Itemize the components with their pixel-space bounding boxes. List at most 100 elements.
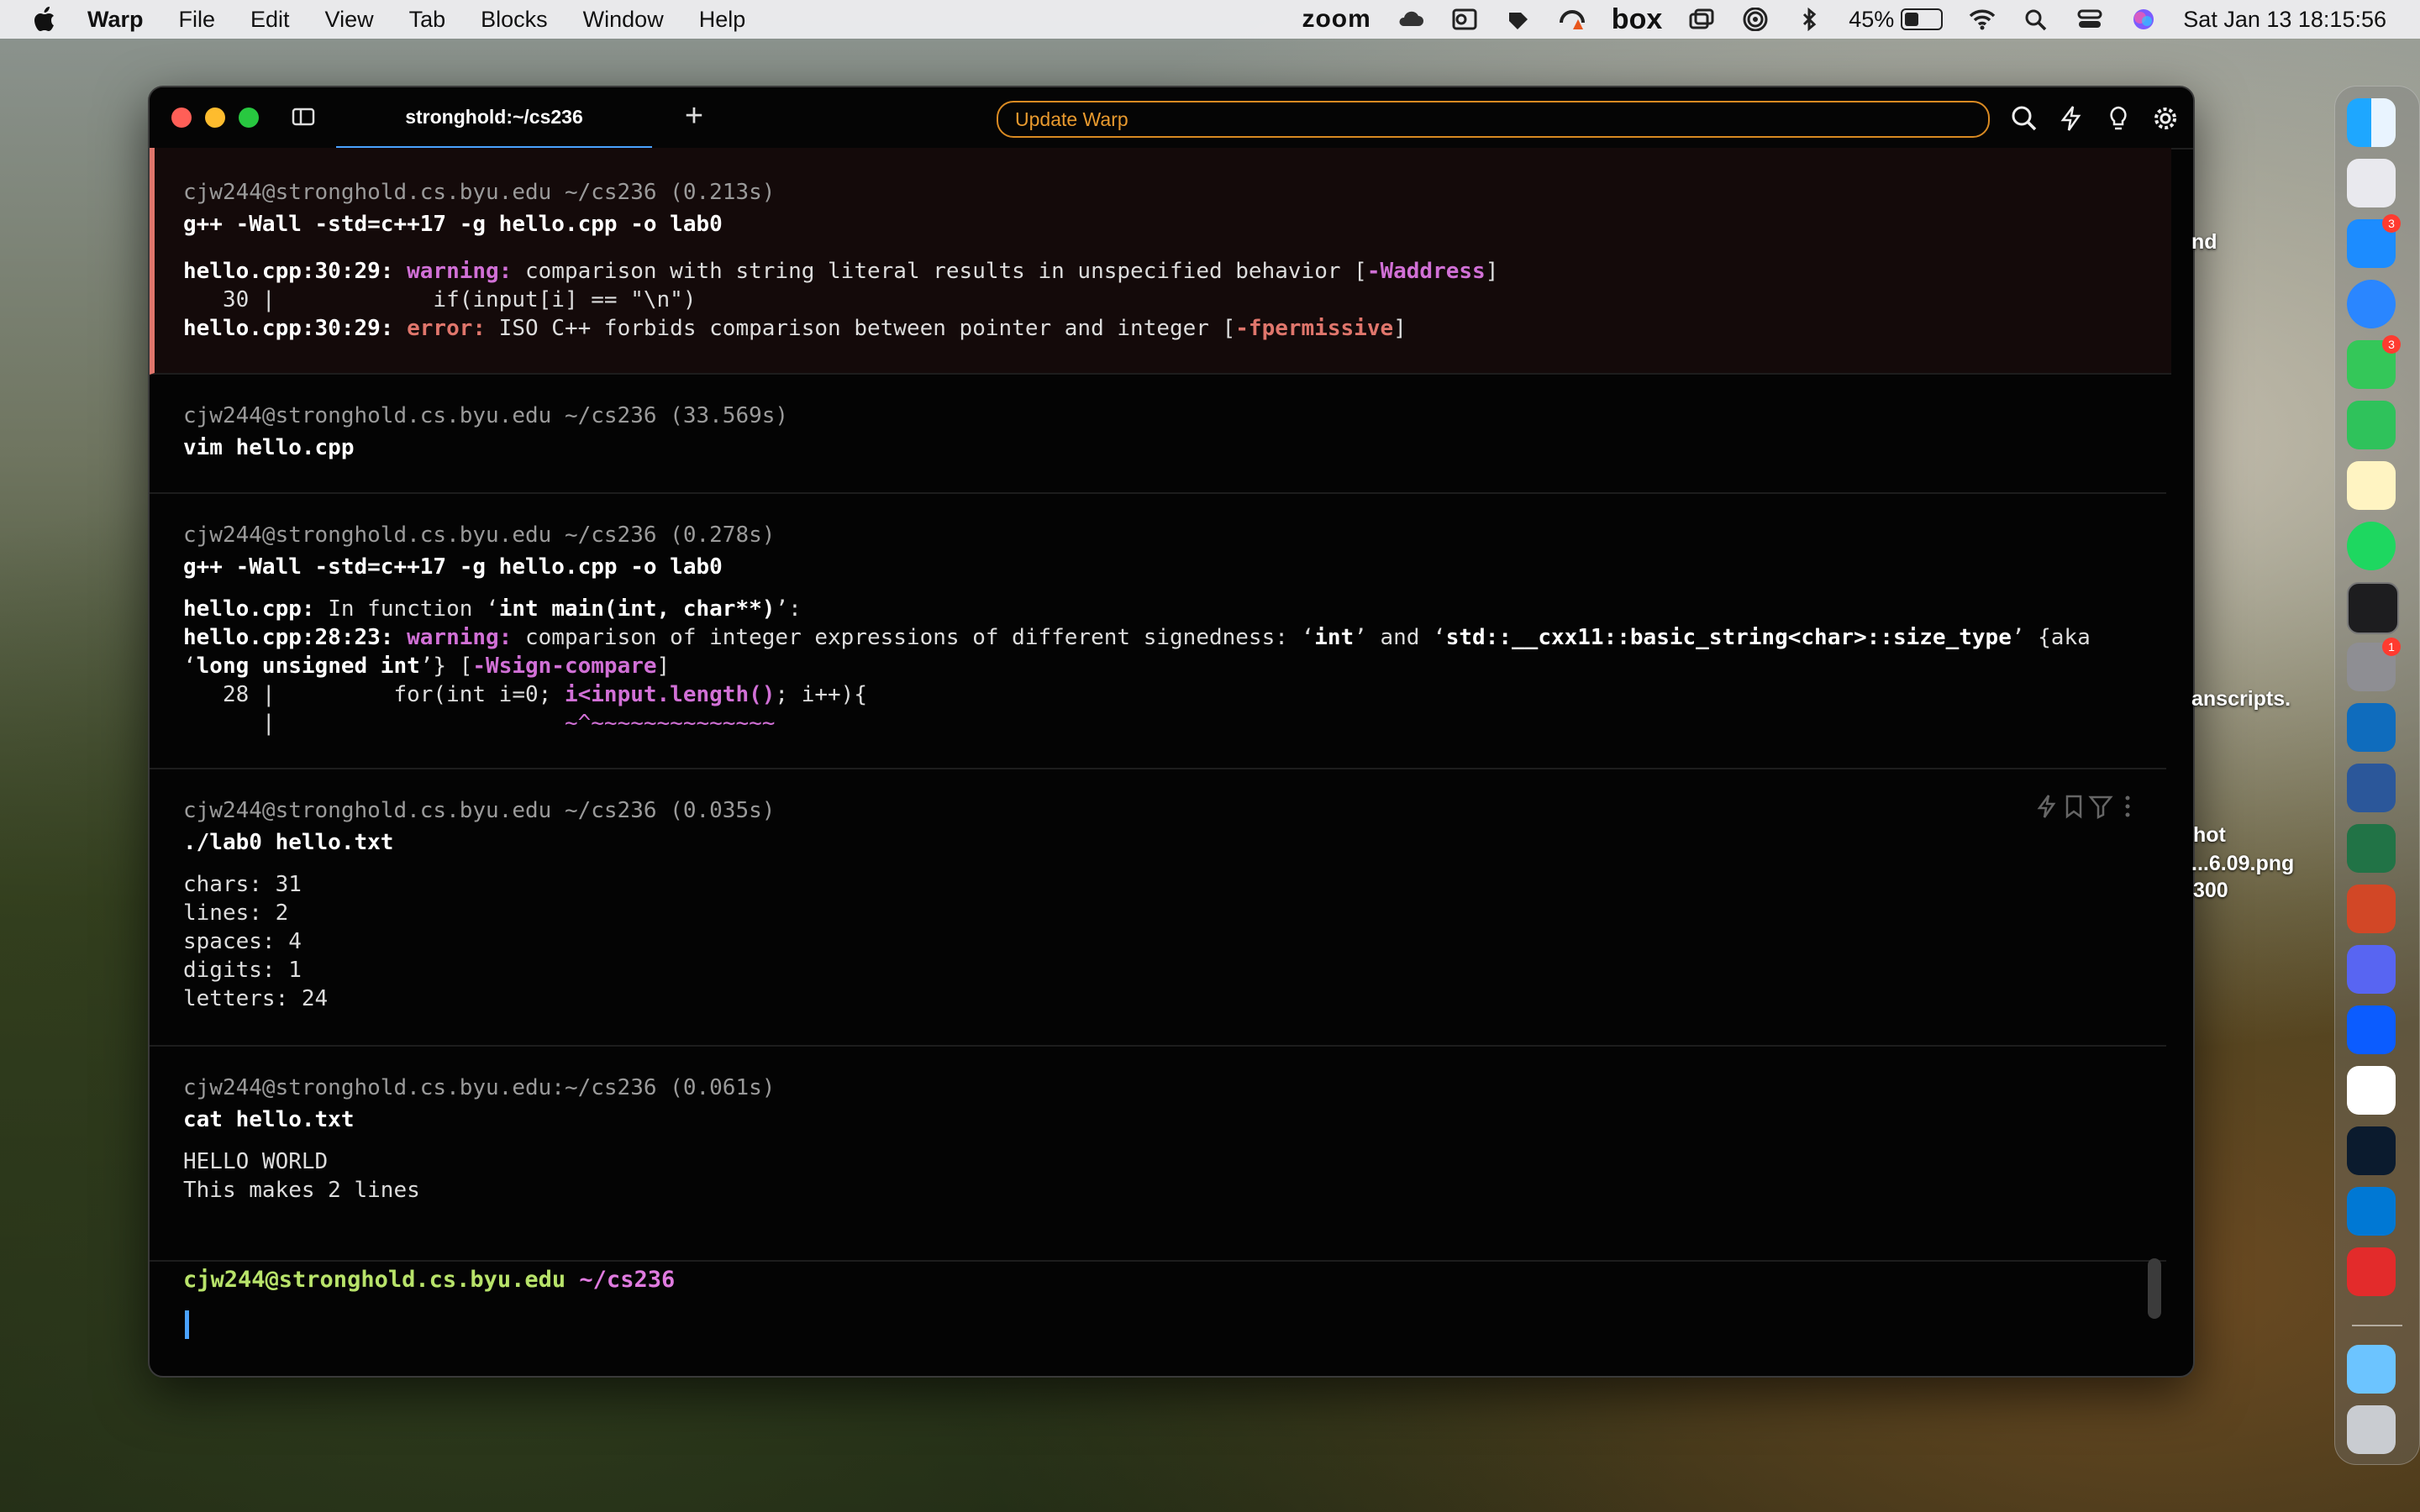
tab-stronghold[interactable]: stronghold:~/cs236: [336, 87, 652, 149]
block-actions: [2033, 793, 2141, 820]
settings-gear-icon[interactable]: [2151, 104, 2180, 133]
menu-help[interactable]: Help: [699, 7, 746, 33]
battery-indicator[interactable]: 45%: [1849, 6, 1944, 33]
slack-app-icon[interactable]: [2347, 1066, 2396, 1115]
zoom-window-button[interactable]: [239, 108, 259, 128]
terminal-content[interactable]: cjw244@stronghold.cs.byu.edu ~/cs236 (0.…: [150, 148, 2171, 1374]
launchpad-app-icon[interactable]: [2347, 159, 2396, 207]
siri-icon[interactable]: [2129, 8, 2158, 31]
apple-icon[interactable]: [34, 7, 55, 32]
desktop-file-label[interactable]: anscripts.: [2191, 687, 2291, 711]
output-line: hello.cpp:30:29: error: ISO C++ forbids …: [183, 316, 1407, 341]
warp-terminal-window: stronghold:~/cs236 + Update Warp cjw244@…: [148, 86, 2195, 1378]
desktop-file-label[interactable]: hot: [2193, 823, 2226, 848]
command-block-error[interactable]: cjw244@stronghold.cs.byu.edu ~/cs236 (0.…: [150, 148, 2171, 375]
search-icon[interactable]: [2010, 104, 2039, 133]
app-store-app-icon[interactable]: 3: [2347, 214, 2401, 268]
block-command: ./lab0 hello.txt: [183, 830, 394, 855]
bluetooth-icon[interactable]: [1795, 8, 1823, 31]
output-line: hello.cpp:30:29: warning: comparison wit…: [183, 259, 1498, 284]
airdrop-icon[interactable]: [1741, 8, 1770, 31]
block-prompt: cjw244@stronghold.cs.byu.edu ~/cs236 (0.…: [183, 180, 776, 205]
command-block[interactable]: cjw244@stronghold.cs.byu.edu ~/cs236 (0.…: [150, 492, 2166, 769]
update-warp-button[interactable]: Update Warp: [997, 101, 1990, 138]
output-line: This makes 2 lines: [183, 1178, 420, 1203]
output-text: ‘: [183, 654, 197, 679]
sidebar-toggle-icon[interactable]: [291, 104, 316, 129]
spotify-app-icon[interactable]: [2347, 522, 2396, 570]
downloads-folder-icon[interactable]: [2347, 1345, 2396, 1394]
trash-icon[interactable]: [2347, 1405, 2396, 1454]
zoom-app-icon[interactable]: [2347, 1005, 2396, 1054]
spotlight-search-icon[interactable]: [2022, 8, 2050, 31]
output-text: comparison with string literal results i…: [512, 259, 1367, 284]
zoom-status-item[interactable]: zoom: [1302, 5, 1370, 34]
creative-cloud-alert-icon[interactable]: [1558, 8, 1586, 31]
vscode-app-icon[interactable]: [2347, 1187, 2396, 1236]
output-line: digits: 1: [183, 958, 302, 983]
warp-app-icon[interactable]: [2347, 1126, 2396, 1175]
powerpoint-app-icon[interactable]: [2347, 885, 2396, 933]
block-prompt: cjw244@stronghold.cs.byu.edu ~/cs236 (0.…: [183, 522, 776, 548]
discord-app-icon[interactable]: [2347, 945, 2396, 994]
block-command: g++ -Wall -std=c++17 -g hello.cpp -o lab…: [183, 554, 723, 580]
minimize-window-button[interactable]: [205, 108, 225, 128]
menu-tab[interactable]: Tab: [409, 7, 446, 33]
highlighted-code: i<input.length(): [564, 682, 776, 707]
filter-icon[interactable]: [2087, 793, 2114, 820]
bookmark-icon[interactable]: [2060, 793, 2087, 820]
app-menu-warp[interactable]: Warp: [87, 7, 144, 33]
clock[interactable]: Sat Jan 13 18:15:56: [2183, 7, 2386, 33]
menu-file[interactable]: File: [179, 7, 216, 33]
new-tab-button[interactable]: +: [679, 100, 709, 132]
system-settings-app-icon[interactable]: 1: [2347, 638, 2401, 691]
battery-percent: 45%: [1849, 6, 1895, 32]
lightbulb-icon[interactable]: [2104, 104, 2133, 133]
output-text: ISO C++ forbids comparison between point…: [486, 316, 1236, 341]
command-block-hovered[interactable]: cjw244@stronghold.cs.byu.edu ~/cs236 (0.…: [150, 768, 2166, 1047]
cloud-icon[interactable]: [1397, 8, 1425, 31]
box-status-item[interactable]: box: [1612, 3, 1662, 36]
desktop-file-label[interactable]: ...6.09.png: [2191, 852, 2294, 876]
output-file-ref: hello.cpp:28:23:: [183, 625, 394, 650]
menu-view[interactable]: View: [325, 7, 374, 33]
menu-blocks[interactable]: Blocks: [481, 7, 548, 33]
facetime-app-icon[interactable]: [2347, 401, 2396, 449]
command-block[interactable]: cjw244@stronghold.cs.byu.edu:~/cs236 (0.…: [150, 1045, 2166, 1262]
acrobat-app-icon[interactable]: [2347, 1247, 2396, 1296]
menu-edit[interactable]: Edit: [250, 7, 290, 33]
input-cursor[interactable]: [185, 1310, 189, 1339]
control-center-icon[interactable]: [2075, 8, 2104, 31]
output-text: ; i++){: [775, 682, 867, 707]
output-function: int main(int, char**): [498, 596, 776, 622]
output-text: comparison of integer expressions of dif…: [512, 625, 1315, 650]
desktop-file-label[interactable]: 300: [2193, 879, 2228, 903]
close-window-button[interactable]: [171, 108, 192, 128]
output-type: long unsigned int: [196, 654, 420, 679]
messages-app-icon[interactable]: 3: [2347, 335, 2401, 389]
scrollbar-thumb[interactable]: [2148, 1258, 2161, 1319]
dock-separator: [2352, 1325, 2402, 1326]
safari-app-icon[interactable]: [2347, 280, 2396, 328]
command-block[interactable]: cjw244@stronghold.cs.byu.edu ~/cs236 (33…: [150, 373, 2166, 494]
outlook-app-icon[interactable]: [2347, 703, 2396, 752]
lightning-icon[interactable]: [2033, 793, 2060, 820]
word-app-icon[interactable]: [2347, 764, 2396, 812]
output-text: |: [183, 711, 565, 736]
outlook-status-icon[interactable]: [1450, 8, 1479, 31]
window-manager-icon[interactable]: [1687, 8, 1716, 31]
tag-status-icon[interactable]: [1504, 8, 1533, 31]
excel-app-icon[interactable]: [2347, 824, 2396, 873]
finder-app-icon[interactable]: [2347, 98, 2396, 147]
wifi-icon[interactable]: [1968, 8, 1996, 31]
terminal-app-icon[interactable]: [2347, 582, 2399, 634]
notes-app-icon[interactable]: [2347, 461, 2396, 510]
output-type: int: [1314, 625, 1355, 650]
lightning-workflows-icon[interactable]: [2057, 104, 2086, 133]
warning-flag: -Wsign-compare: [472, 654, 657, 679]
menu-window[interactable]: Window: [583, 7, 664, 33]
current-prompt: cjw244@stronghold.cs.byu.edu ~/cs236: [183, 1267, 675, 1293]
dock: 3 3 1: [2334, 86, 2420, 1465]
more-options-icon[interactable]: [2114, 793, 2141, 820]
desktop-file-label[interactable]: nd: [2191, 230, 2217, 255]
